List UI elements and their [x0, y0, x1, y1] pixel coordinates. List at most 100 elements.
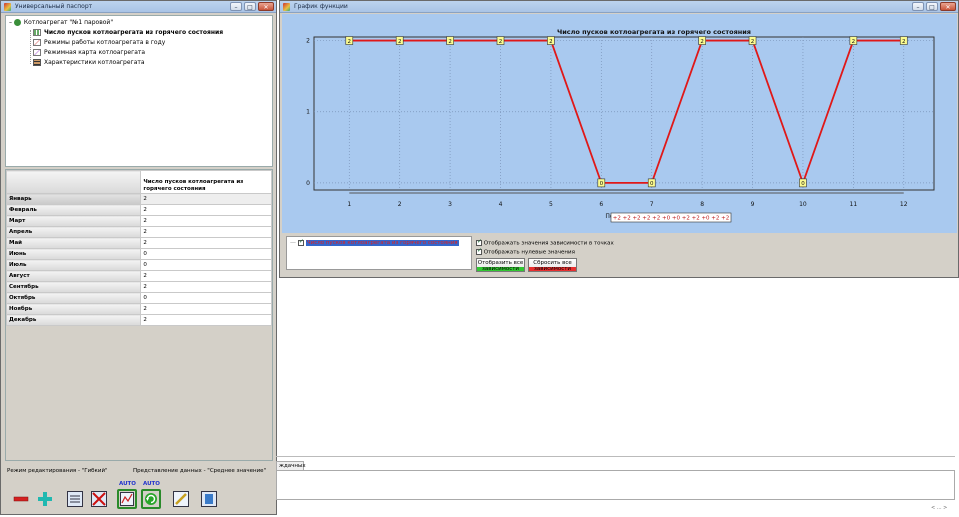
- table-row[interactable]: Декабрь 2: [5, 314, 272, 326]
- cell-value[interactable]: 0: [140, 248, 272, 260]
- chart-titlebar[interactable]: График функции – □ ✕: [280, 1, 958, 13]
- table-row[interactable]: Февраль 2: [5, 204, 272, 216]
- cell-value[interactable]: 0: [140, 292, 272, 304]
- table-row[interactable]: Январь 2: [5, 193, 272, 205]
- data-point: 2: [547, 36, 555, 45]
- close-button[interactable]: ✕: [940, 2, 956, 11]
- auto-label-2: AUTO: [143, 481, 160, 487]
- row-header-month[interactable]: Июль: [5, 259, 142, 271]
- legend-item[interactable]: — Число пусков котлоагрегата из горячего…: [290, 238, 459, 246]
- row-header-month[interactable]: Май: [5, 237, 142, 249]
- zero-option[interactable]: Отображать нулевые значения: [476, 247, 575, 256]
- cell-value[interactable]: 2: [140, 303, 272, 315]
- table-row[interactable]: Июнь 0: [5, 248, 272, 260]
- data-label: 0: [650, 181, 654, 187]
- passport-title: Универсальный паспорт: [15, 3, 93, 10]
- cell-value[interactable]: 2: [140, 226, 272, 238]
- cell-value[interactable]: 2: [140, 193, 272, 205]
- tree-item-regime-map[interactable]: Режимная карта котлоагрегата: [33, 48, 145, 57]
- background-tab[interactable]: ждачных: [276, 461, 306, 470]
- table-row[interactable]: Март 2: [5, 215, 272, 227]
- collapse-icon[interactable]: –: [9, 19, 12, 26]
- data-point: 2: [899, 36, 908, 45]
- row-header-month[interactable]: Август: [5, 270, 142, 282]
- edit-button[interactable]: [171, 489, 191, 509]
- app-icon: [4, 3, 11, 11]
- delete-table-button[interactable]: [89, 489, 109, 509]
- row-header-month[interactable]: Февраль: [5, 204, 142, 216]
- row-header-month[interactable]: Октябрь: [5, 292, 142, 304]
- chart-title: Число пусков котлоагрегата из горячего с…: [557, 28, 751, 36]
- data-label: 2: [398, 39, 402, 45]
- y-tick-label: 0: [306, 180, 310, 187]
- plot-frame: [313, 36, 935, 191]
- minimize-button[interactable]: –: [912, 2, 924, 11]
- x-tick-label: 2: [398, 201, 402, 208]
- cell-value[interactable]: 2: [140, 314, 272, 326]
- x-tick-label: 3: [448, 201, 452, 208]
- table-row[interactable]: Сентябрь 2: [5, 281, 272, 293]
- table-view-button[interactable]: [65, 489, 85, 509]
- column-header[interactable]: Число пусков котлоагрегата из горячего с…: [140, 170, 272, 194]
- close-button[interactable]: ✕: [258, 2, 274, 11]
- auto-refresh-button[interactable]: [141, 489, 161, 509]
- cell-value[interactable]: 2: [140, 215, 272, 227]
- data-point: 2: [446, 36, 454, 45]
- remove-icon: [13, 496, 29, 502]
- row-header-month[interactable]: Март: [5, 215, 142, 227]
- boiler-icon: [13, 19, 21, 26]
- tree-item-modes[interactable]: Режимы работы котлоагрегата в году: [33, 38, 165, 47]
- data-label: 0: [600, 181, 604, 187]
- show-all-button[interactable]: Отобразить все зависимости: [476, 258, 525, 272]
- row-header-month[interactable]: Июнь: [5, 248, 142, 260]
- legend-series-label: Число пусков котлоагрегата из горячего с…: [305, 240, 459, 246]
- row-header-month[interactable]: Ноябрь: [5, 303, 142, 315]
- cell-value[interactable]: 2: [140, 204, 272, 216]
- background-divider: [276, 456, 955, 457]
- data-label: 2: [852, 39, 856, 45]
- data-label: 2: [448, 39, 452, 45]
- reset-all-button[interactable]: Сбросить все зависимости: [528, 258, 577, 272]
- add-icon: [38, 492, 52, 506]
- data-label: 2: [751, 39, 755, 45]
- points-option[interactable]: Отображать значения зависимости в точках: [476, 238, 614, 247]
- auto-chart-button[interactable]: [117, 489, 137, 509]
- table-row[interactable]: Апрель 2: [5, 226, 272, 238]
- passport-titlebar[interactable]: Универсальный паспорт – □ ✕: [1, 1, 276, 13]
- row-header-month[interactable]: Сентябрь: [5, 281, 142, 293]
- points-checkbox[interactable]: [476, 238, 482, 246]
- tree-item-characteristics[interactable]: Характеристики котлоагрегата: [33, 58, 145, 67]
- cell-value[interactable]: 2: [140, 237, 272, 249]
- row-header-month[interactable]: Апрель: [5, 226, 142, 238]
- x-tick-label: 11: [850, 201, 858, 208]
- table-icon: [67, 491, 83, 507]
- remove-button[interactable]: [11, 489, 31, 509]
- row-header-month[interactable]: Декабрь: [5, 314, 142, 326]
- data-label: 2: [549, 39, 553, 45]
- x-tick-label: 12: [900, 201, 908, 208]
- data-point: 2: [698, 36, 706, 45]
- export-button[interactable]: [199, 489, 219, 509]
- cell-value[interactable]: 2: [140, 281, 272, 293]
- x-tick-label: 9: [751, 201, 755, 208]
- data-view-status: Представление данных - "Среднее значение…: [133, 468, 267, 474]
- zero-checkbox[interactable]: [476, 247, 482, 255]
- value-strip-text: +2 +2 +2 +2 +2 +0 +0 +2 +2 +0 +2 +2: [613, 216, 730, 222]
- table-row[interactable]: Май 2: [5, 237, 272, 249]
- add-button[interactable]: [35, 489, 55, 509]
- tree-item-starts[interactable]: Число пусков котлоагрегата из горячего с…: [33, 28, 223, 37]
- row-header-month[interactable]: Январь: [5, 193, 142, 205]
- minimize-button[interactable]: –: [230, 2, 242, 11]
- maximize-button[interactable]: □: [244, 2, 256, 11]
- table-row[interactable]: Ноябрь 2: [5, 303, 272, 315]
- maximize-button[interactable]: □: [926, 2, 938, 11]
- table-row[interactable]: Август 2: [5, 270, 272, 282]
- legend-checkbox[interactable]: [297, 238, 304, 246]
- row-header-corner: [5, 170, 142, 194]
- tree-root-item[interactable]: – Котлоагрегат "№1 паровой": [9, 18, 113, 27]
- cell-value[interactable]: 2: [140, 270, 272, 282]
- object-tree: – Котлоагрегат "№1 паровой" Число пусков…: [5, 15, 273, 167]
- cell-value[interactable]: 0: [140, 259, 272, 271]
- table-row[interactable]: Октябрь 0: [5, 292, 272, 304]
- table-row[interactable]: Июль 0: [5, 259, 272, 271]
